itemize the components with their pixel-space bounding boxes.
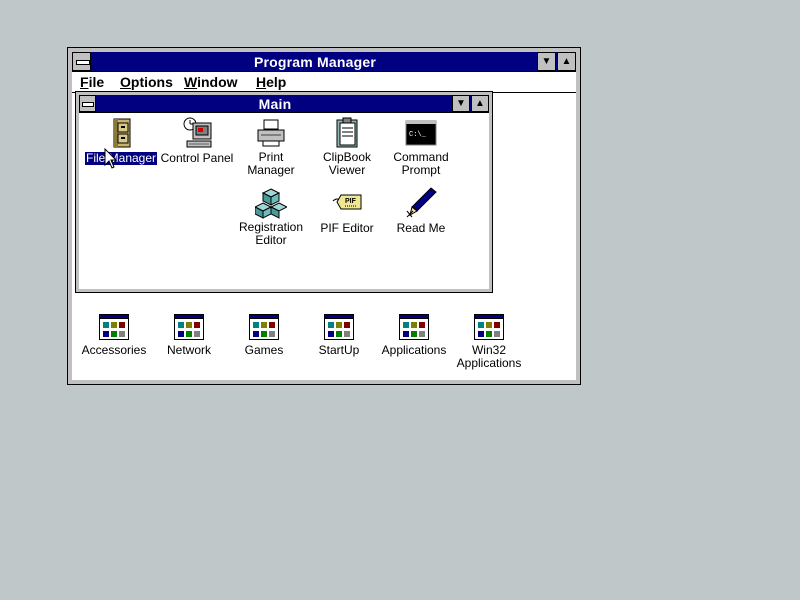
program-item-registration-editor[interactable]: Registration Editor (233, 187, 309, 249)
main-system-menu-button[interactable] (79, 95, 96, 112)
main-titlebar[interactable]: Main ▼ ▲ (79, 95, 489, 113)
group-label: Win32 Applications (456, 343, 522, 370)
group-icon-network[interactable]: Network (149, 314, 229, 357)
group-icon-startup[interactable]: StartUp (299, 314, 379, 357)
group-label: Games (244, 343, 284, 357)
program-item-clipbook-viewer[interactable]: ClipBook Viewer (309, 117, 385, 179)
program-item-label: Registration Editor (238, 220, 304, 247)
program-item-label: Control Panel (160, 151, 234, 165)
command-prompt-icon: C:\_ (405, 117, 437, 149)
pen-readme-icon (405, 187, 437, 219)
menu-help[interactable]: Help (256, 72, 286, 92)
program-item-label: ClipBook Viewer (322, 150, 372, 177)
group-label: Network (166, 343, 211, 357)
program-item-label: Read Me (396, 221, 446, 235)
group-label: StartUp (318, 343, 360, 357)
program-group-icon (324, 314, 354, 340)
svg-text:PIF: PIF (345, 198, 357, 205)
program-item-label: File Manager (83, 151, 159, 166)
group-label: Applications (381, 343, 447, 357)
main-minimize-button[interactable]: ▼ (452, 95, 470, 112)
menu-file[interactable]: File (80, 72, 104, 92)
main-group-window[interactable]: Main ▼ ▲ File Manager Control Panel Prin… (75, 91, 493, 293)
control-panel-icon (181, 117, 213, 149)
mouse-pointer-icon (104, 147, 118, 175)
program-item-label: Command Prompt (393, 150, 449, 177)
svg-text:C:\_: C:\_ (409, 131, 427, 139)
group-label: Accessories (81, 343, 147, 357)
pif-tag-icon: PIF (331, 187, 363, 219)
program-item-file-manager[interactable]: File Manager (83, 117, 159, 167)
program-manager-window[interactable]: Program Manager ▼ ▲ File Options Window … (67, 47, 581, 385)
minimize-button[interactable]: ▼ (537, 52, 556, 71)
printer-icon (255, 117, 287, 149)
program-item-command-prompt[interactable]: C:\_ Command Prompt (383, 117, 459, 179)
group-icon-win32-applications[interactable]: Win32 Applications (449, 314, 529, 370)
group-icon-accessories[interactable]: Accessories (74, 314, 154, 357)
group-icon-games[interactable]: Games (224, 314, 304, 357)
program-group-icon (174, 314, 204, 340)
program-group-icon (474, 314, 504, 340)
program-group-icon (249, 314, 279, 340)
window-title: Program Manager (253, 54, 377, 70)
program-item-control-panel[interactable]: Control Panel (159, 117, 235, 167)
menu-window[interactable]: Window (184, 72, 238, 92)
menu-options[interactable]: Options (120, 72, 173, 92)
program-group-icon (399, 314, 429, 340)
main-maximize-button[interactable]: ▲ (471, 95, 489, 112)
maximize-button[interactable]: ▲ (557, 52, 576, 71)
program-manager-titlebar[interactable]: Program Manager ▼ ▲ (72, 52, 576, 72)
main-title: Main (258, 96, 292, 112)
program-item-print-manager[interactable]: Print Manager (233, 117, 309, 179)
registry-cubes-icon (253, 187, 289, 219)
file-cabinet-icon (105, 117, 137, 149)
program-item-read-me[interactable]: Read Me (383, 187, 459, 237)
menu-bar: File Options Window Help (72, 72, 576, 93)
program-group-icon (99, 314, 129, 340)
group-icon-applications[interactable]: Applications (374, 314, 454, 357)
system-menu-button[interactable] (72, 52, 91, 71)
program-item-label: PIF Editor (320, 221, 374, 235)
program-item-pif-editor[interactable]: PIF PIF Editor (309, 187, 385, 237)
program-item-label: Print Manager (247, 150, 295, 177)
clipbook-icon (331, 117, 363, 149)
